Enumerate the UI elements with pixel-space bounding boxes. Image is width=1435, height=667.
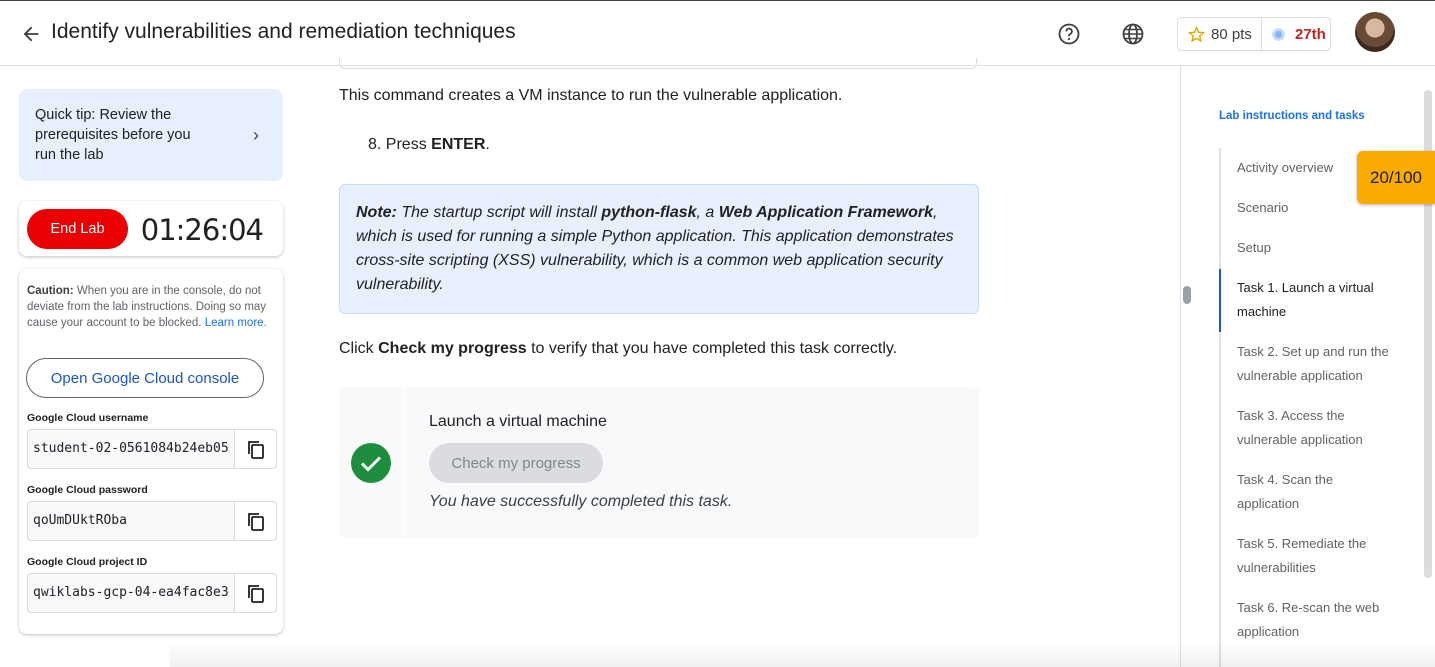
step-text: 8. Press	[368, 136, 432, 153]
quick-tip-text: Quick tip: Review the prerequisites befo…	[35, 107, 191, 163]
task-progress-card: Launch a virtual machine Check my progre…	[339, 387, 979, 538]
help-icon[interactable]	[1057, 22, 1081, 46]
avatar[interactable]	[1355, 12, 1395, 52]
check-circle-icon	[351, 443, 391, 483]
league-badge-icon	[1272, 27, 1285, 41]
nav-item-task-1[interactable]: Task 1. Launch a virtual machine	[1237, 276, 1397, 324]
nav-item-task-4[interactable]: Task 4. Scan the application	[1237, 468, 1397, 516]
note-callout: Note: The startup script will install py…	[339, 184, 979, 314]
chevron-right-icon: ›	[253, 125, 259, 145]
project-id-value[interactable]: qwiklabs-gcp-04-ea4fac8e3c	[33, 585, 228, 600]
click-prefix: Click	[339, 340, 374, 357]
task-divider	[403, 387, 405, 538]
points-display: 80 pts	[1178, 18, 1262, 50]
note-text-1: The startup script will install	[396, 204, 602, 221]
note-framework: Web Application Framework	[718, 204, 934, 221]
copy-icon	[248, 513, 264, 531]
caution-label: Caution:	[27, 285, 74, 297]
task-title: Launch a virtual machine	[429, 413, 607, 430]
end-lab-button[interactable]: End Lab	[27, 209, 128, 249]
username-label: Google Cloud username	[27, 412, 149, 424]
nav-item-task-5[interactable]: Task 5. Remediate the vulnerabilities	[1237, 532, 1397, 580]
globe-icon[interactable]	[1121, 22, 1145, 46]
click-suffix: to verify that you have completed this t…	[531, 340, 898, 357]
copy-password-button[interactable]	[234, 502, 276, 540]
step-end: .	[485, 136, 490, 153]
top-bar: Identify vulnerabilities and remediation…	[0, 0, 1435, 66]
arrow-back-icon[interactable]	[20, 23, 42, 45]
instruction-paragraph: This command creates a VM instance to ru…	[339, 87, 843, 104]
password-label: Google Cloud password	[27, 484, 148, 496]
nav-active-indicator	[1219, 269, 1221, 332]
note-label: Note:	[356, 204, 397, 221]
click-bold: Check my progress	[378, 340, 527, 357]
bottom-shadow	[170, 640, 1435, 667]
credentials-card: Caution: When you are in the console, do…	[19, 269, 283, 634]
copy-icon	[248, 441, 264, 459]
copy-username-button[interactable]	[234, 430, 276, 468]
nav-title: Lab instructions and tasks	[1219, 110, 1365, 122]
quick-tip-card[interactable]: Quick tip: Review the prerequisites befo…	[19, 89, 283, 181]
points-value: 80 pts	[1211, 25, 1252, 43]
step-8: 8. Press ENTER.	[368, 136, 490, 154]
note-text-2: , a	[696, 204, 719, 221]
nav-item-task-2[interactable]: Task 2. Set up and run the vulnerable ap…	[1237, 340, 1397, 388]
score-badge: 20/100	[1357, 151, 1435, 204]
content-scrollbar[interactable]	[1183, 286, 1191, 304]
project-id-label: Google Cloud project ID	[27, 556, 148, 568]
nav-item-task-6[interactable]: Task 6. Re-scan the web application	[1237, 596, 1397, 644]
copy-icon	[248, 585, 264, 603]
password-value[interactable]: qoUmDUktROba	[33, 513, 228, 528]
nav-item-setup[interactable]: Setup	[1237, 236, 1397, 260]
learn-more-link[interactable]: Learn more.	[205, 317, 267, 329]
step-key: ENTER	[431, 136, 486, 153]
nav-track	[1219, 148, 1221, 667]
star-icon	[1188, 25, 1205, 42]
task-status: You have successfully completed this tas…	[429, 493, 733, 510]
check-progress-instruction: Click Check my progress to verify that y…	[339, 340, 897, 358]
project-id-field[interactable]: qwiklabs-gcp-04-ea4fac8e3c	[27, 573, 277, 613]
username-field[interactable]: student-02-0561084b24eb05	[27, 429, 277, 469]
caution-text: Caution: When you are in the console, do…	[27, 283, 277, 331]
lab-timer: 01:26:04	[140, 213, 264, 247]
check-progress-button[interactable]: Check my progress	[429, 443, 603, 483]
content-divider	[1180, 66, 1181, 667]
points-rank-box[interactable]: 80 pts 27th	[1177, 17, 1331, 51]
code-block-fragment	[339, 58, 977, 69]
rank-value: 27th	[1295, 25, 1326, 43]
open-console-button[interactable]: Open Google Cloud console	[26, 358, 264, 398]
copy-project-id-button[interactable]	[234, 574, 276, 612]
password-field[interactable]: qoUmDUktROba	[27, 501, 277, 541]
lab-timer-card: End Lab 01:26:04	[19, 201, 283, 256]
nav-item-task-3[interactable]: Task 3. Access the vulnerable applicatio…	[1237, 404, 1397, 452]
rank-display: 27th	[1262, 26, 1326, 43]
note-package: python-flask	[601, 204, 697, 221]
username-value[interactable]: student-02-0561084b24eb05	[33, 441, 228, 456]
page-title: Identify vulnerabilities and remediation…	[51, 20, 516, 43]
